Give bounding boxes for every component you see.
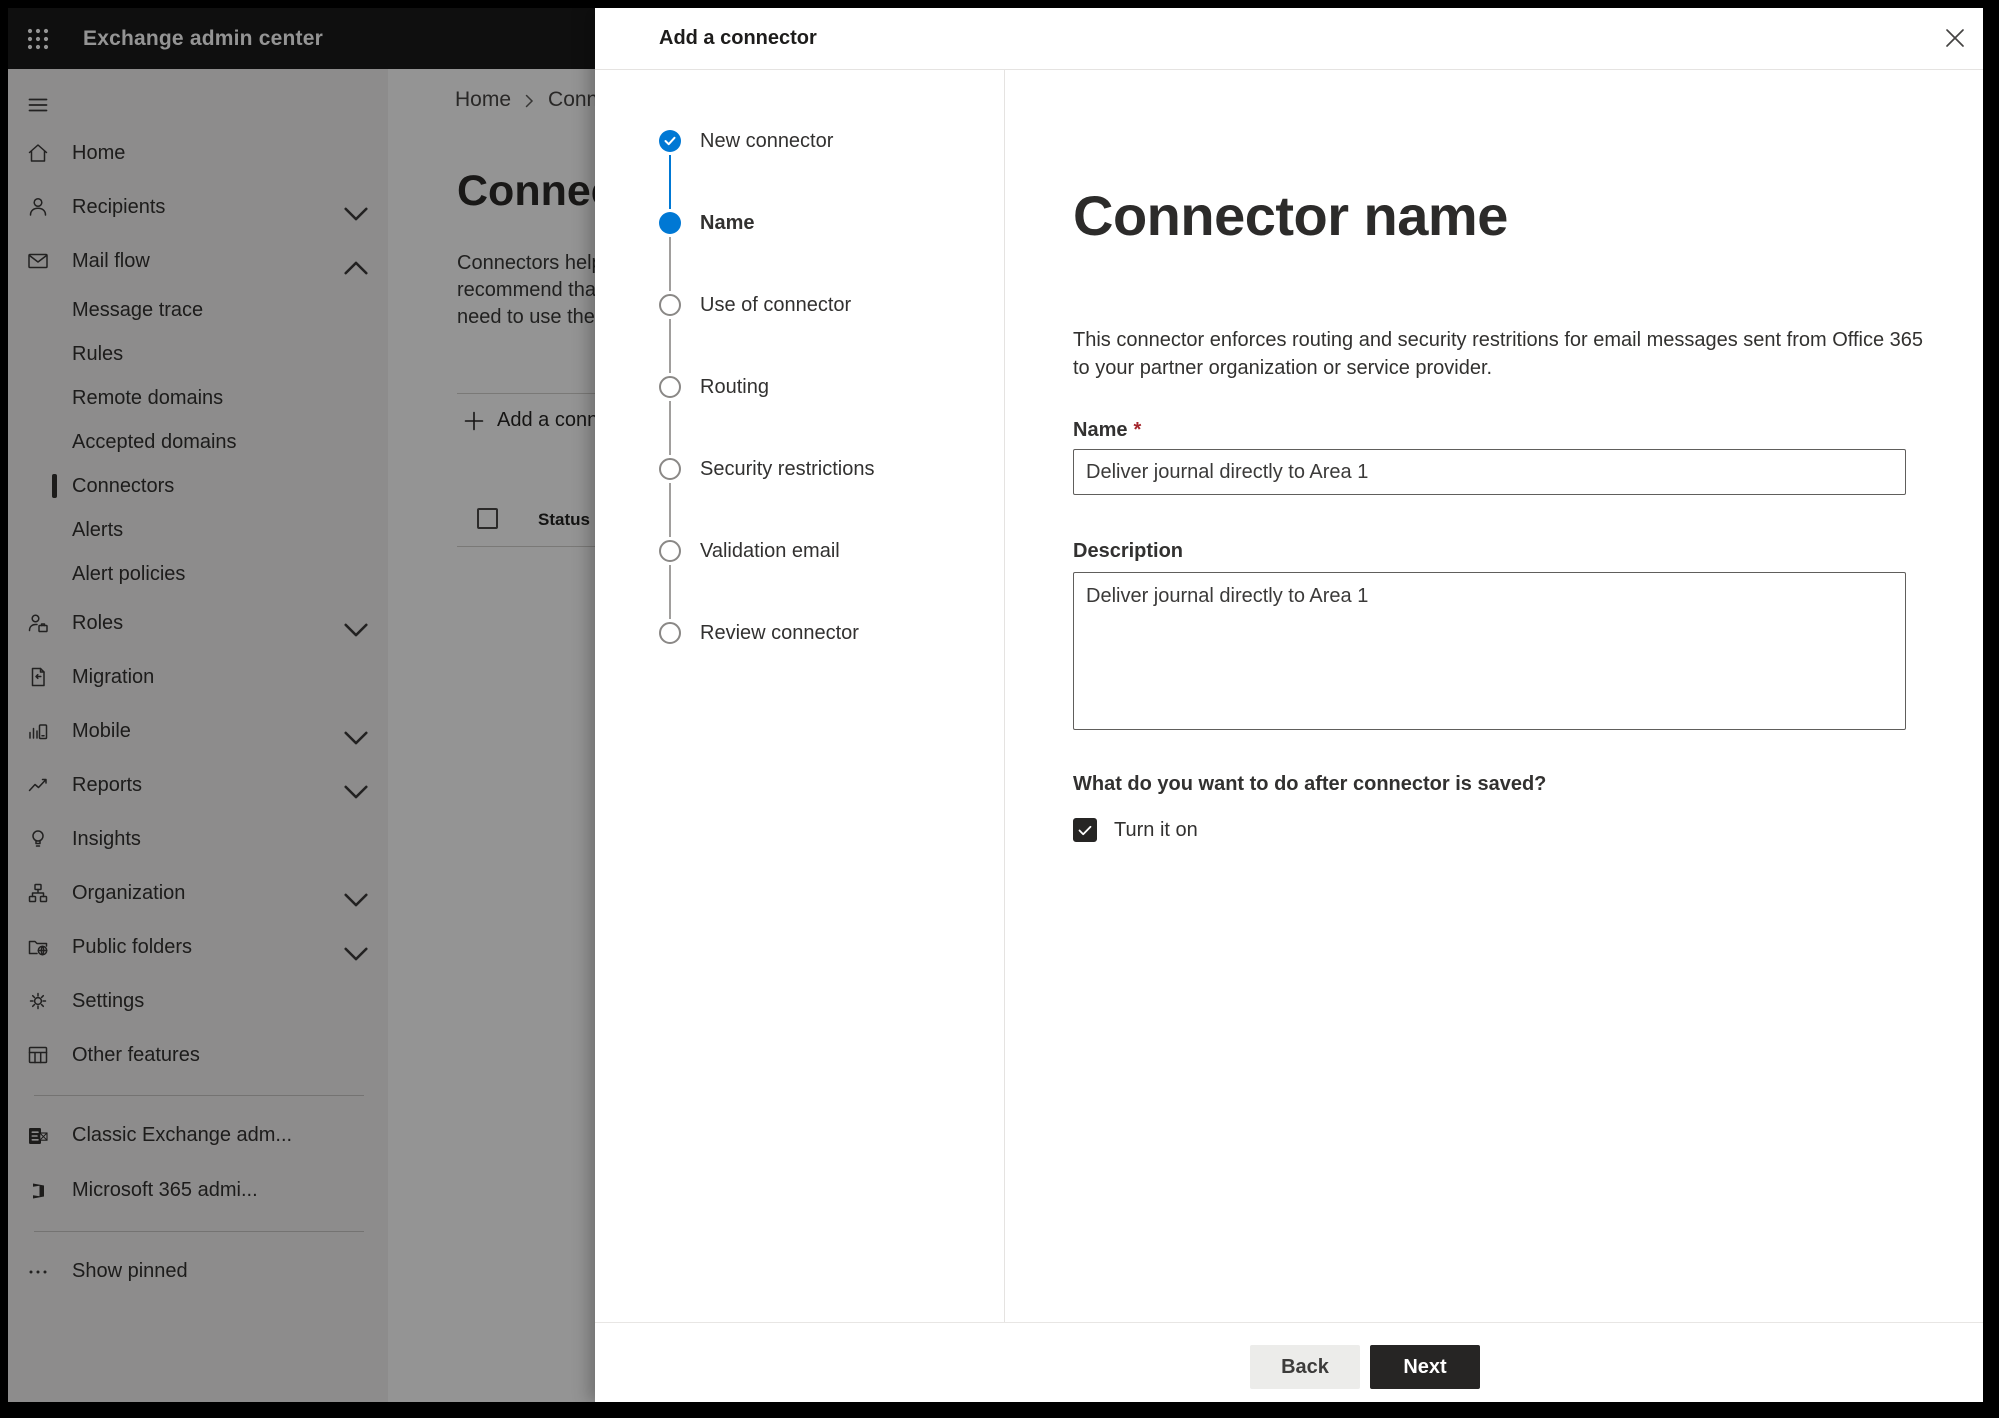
step-connector-line — [669, 483, 671, 537]
app-window: Exchange admin center Home Recipients Ma… — [8, 8, 1983, 1402]
step-connector-line — [669, 319, 671, 373]
form-intro-text: This connector enforces routing and secu… — [1073, 329, 1924, 379]
check-icon — [1078, 825, 1092, 835]
step-active-icon — [659, 212, 681, 234]
step-security-restrictions[interactable]: Security restrictions — [595, 458, 1004, 480]
step-review-connector[interactable]: Review connector — [595, 622, 1004, 644]
step-upcoming-icon — [659, 458, 681, 480]
check-icon — [664, 136, 676, 146]
step-routing[interactable]: Routing — [595, 376, 1004, 398]
step-use-of-connector[interactable]: Use of connector — [595, 294, 1004, 316]
step-upcoming-icon — [659, 540, 681, 562]
dialog-footer: Back Next — [595, 1322, 1983, 1402]
step-name[interactable]: Name — [595, 212, 1004, 234]
step-validation-email[interactable]: Validation email — [595, 540, 1004, 562]
after-save-question: What do you want to do after connector i… — [1073, 773, 1547, 795]
add-connector-dialog: Add a connector New connector Name Use o… — [595, 8, 1983, 1402]
back-button[interactable]: Back — [1250, 1345, 1360, 1389]
step-connector-line — [669, 155, 671, 209]
step-upcoming-icon — [659, 376, 681, 398]
form-heading: Connector name — [1073, 184, 1508, 247]
step-completed-icon — [659, 130, 681, 152]
close-button[interactable] — [1935, 18, 1975, 58]
next-button[interactable]: Next — [1370, 1345, 1480, 1389]
required-asterisk: * — [1133, 419, 1142, 441]
name-field-label: Name * — [1073, 419, 1142, 441]
turn-it-on-checkbox-row[interactable]: Turn it on — [1073, 818, 1983, 842]
step-connector-line — [669, 401, 671, 455]
close-icon — [1946, 29, 1964, 47]
step-new-connector[interactable]: New connector — [595, 130, 1004, 152]
step-connector-line — [669, 565, 671, 619]
turn-it-on-label: Turn it on — [1114, 818, 1198, 841]
step-upcoming-icon — [659, 622, 681, 644]
dialog-header: Add a connector — [595, 8, 1983, 70]
checked-checkbox[interactable] — [1073, 818, 1097, 842]
modal-overlay — [8, 8, 595, 1402]
step-upcoming-icon — [659, 294, 681, 316]
dialog-title: Add a connector — [659, 27, 817, 49]
name-input[interactable] — [1073, 449, 1906, 495]
description-textarea[interactable]: Deliver journal directly to Area 1 — [1073, 572, 1906, 730]
step-connector-line — [669, 237, 671, 291]
description-field-label: Description — [1073, 540, 1184, 562]
connector-name-form: Connector name This connector enforces r… — [1005, 70, 1983, 1322]
wizard-steps: New connector Name Use of connector Rout… — [595, 70, 1005, 1322]
